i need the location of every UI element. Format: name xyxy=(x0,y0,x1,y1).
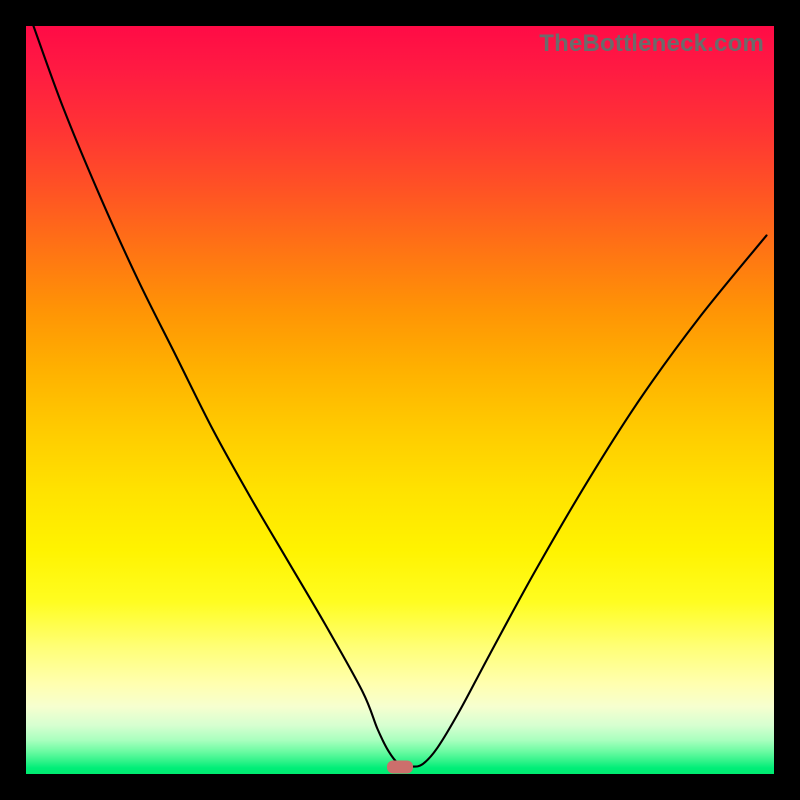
optimal-point-marker xyxy=(387,760,413,773)
watermark-text: TheBottleneck.com xyxy=(539,30,764,58)
bottleneck-curve xyxy=(26,26,774,774)
chart-frame: TheBottleneck.com xyxy=(0,0,800,800)
plot-area: TheBottleneck.com xyxy=(26,26,774,774)
